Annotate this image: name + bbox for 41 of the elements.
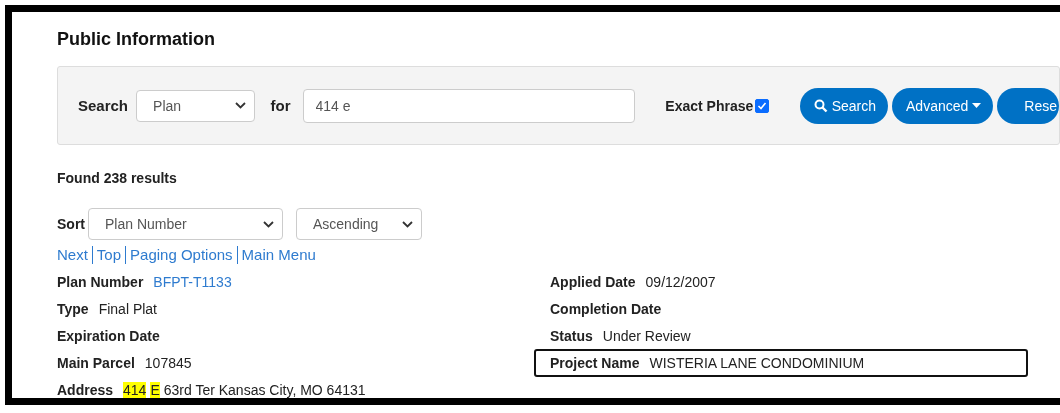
- field-value: WISTERIA LANE CONDOMINIUM: [649, 355, 865, 371]
- results-count: Found 238 results: [57, 170, 178, 186]
- field-label: Project Name: [550, 355, 640, 371]
- field-label: Status: [550, 327, 593, 344]
- field-label: Completion Date: [550, 300, 662, 317]
- sort-order-select[interactable]: Ascending: [296, 208, 422, 240]
- search-type-select[interactable]: Plan: [136, 89, 255, 122]
- advanced-dropdown-button[interactable]: Advanced: [892, 87, 994, 124]
- field-label: Plan Number: [57, 273, 144, 290]
- field-value: Under Review: [602, 327, 691, 344]
- plan-number-link[interactable]: BFPT-T1133: [153, 273, 232, 290]
- highlighted-text: E: [150, 381, 160, 398]
- field-value: 63rd Ter Kansas City, MO 64131: [163, 381, 366, 398]
- field-value: 09/12/2007: [645, 273, 716, 290]
- exact-phrase-label: Exact Phrase: [665, 97, 754, 114]
- field-label: Applied Date: [550, 273, 636, 290]
- nav-link[interactable]: Next: [57, 246, 92, 264]
- field-value: Final Plat: [98, 300, 157, 317]
- search-label: Search: [78, 97, 129, 114]
- field-label: Main Parcel: [57, 354, 135, 371]
- sort-field-select[interactable]: Plan Number: [88, 208, 283, 240]
- highlighted-text: 414: [123, 381, 147, 398]
- nav-link[interactable]: Top: [91, 246, 126, 264]
- sort-label: Sort: [57, 216, 85, 232]
- reset-button[interactable]: Rese: [997, 87, 1059, 124]
- nav-link[interactable]: Paging Options: [125, 246, 237, 264]
- search-button[interactable]: Search: [799, 87, 889, 124]
- for-label: for: [270, 97, 291, 114]
- field-value: 107845: [144, 354, 192, 371]
- chevron-icon: [234, 102, 246, 109]
- chevron-icon: [402, 220, 413, 228]
- caret-icon: [972, 103, 982, 108]
- field-label: Address: [57, 381, 114, 398]
- exact-phrase-checkbox[interactable]: [755, 98, 770, 113]
- nav-link[interactable]: Main Menu: [236, 246, 320, 264]
- page-title: Public Information: [57, 29, 216, 50]
- search-icon: [813, 98, 828, 113]
- field-label: Expiration Date: [57, 327, 160, 344]
- search-input[interactable]: 414 e: [302, 88, 636, 123]
- field-label: Type: [57, 300, 89, 317]
- chevron-icon: [263, 220, 274, 228]
